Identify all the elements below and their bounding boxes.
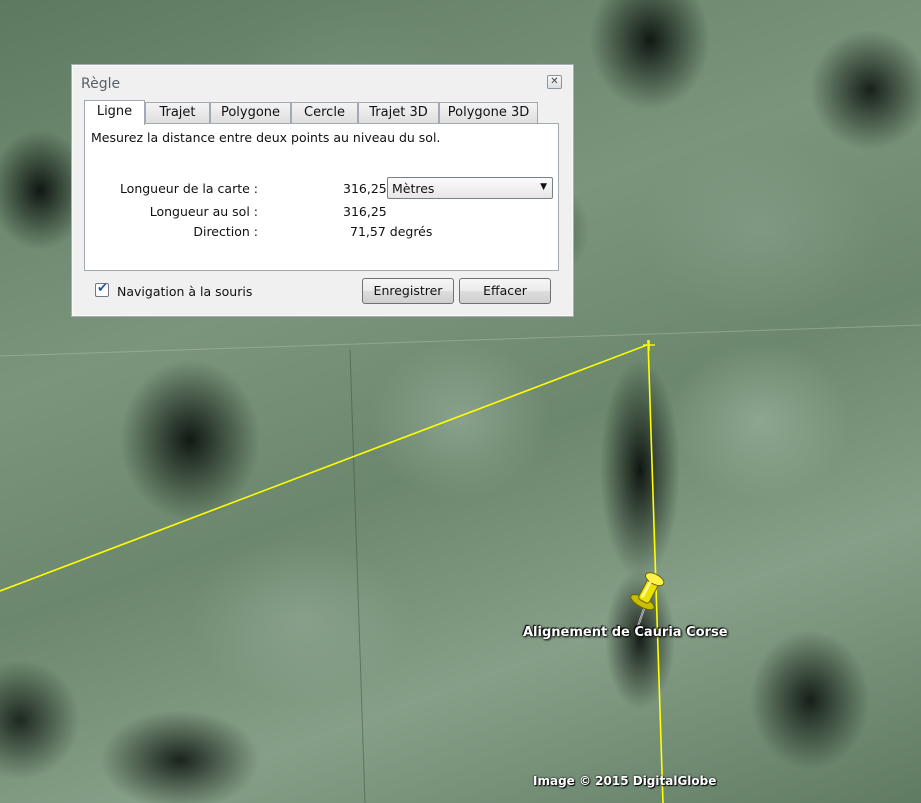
tab-polygone-3d[interactable]: Polygone 3D: [439, 102, 538, 123]
direction-label: Direction :: [193, 224, 258, 239]
dialog-title-bar[interactable]: Règle ✕: [72, 65, 573, 95]
map-length-value: 316,25: [343, 181, 387, 196]
tab-panel-ligne: Mesurez la distance entre deux points au…: [84, 123, 559, 271]
tab-ligne[interactable]: Ligne: [84, 100, 145, 125]
clear-button[interactable]: Effacer: [459, 278, 551, 304]
mouse-navigation-label[interactable]: Navigation à la souris: [117, 284, 252, 299]
tab-trajet[interactable]: Trajet: [145, 102, 210, 123]
tab-cercle[interactable]: Cercle: [291, 102, 358, 123]
ground-length-label: Longueur au sol :: [149, 204, 258, 219]
ground-length-value: 316,25: [343, 204, 387, 219]
mouse-navigation-checkbox[interactable]: ✔: [95, 281, 109, 297]
measure-description: Mesurez la distance entre deux points au…: [91, 130, 441, 145]
tile-seam: [0, 324, 921, 357]
close-icon[interactable]: ✕: [547, 75, 562, 89]
dialog-title: Règle: [81, 76, 121, 92]
unit-select-value: Mètres: [392, 181, 435, 196]
tile-seam: [349, 349, 366, 803]
ruler-measure-line: [0, 344, 648, 592]
ruler-dialog: Règle ✕ Ligne Trajet Polygone Cercle Tra…: [71, 64, 574, 317]
placemark-label[interactable]: Alignement de Cauria Corse: [523, 625, 728, 640]
checkmark-icon: ✔: [97, 281, 108, 296]
chevron-down-icon: ▼: [540, 182, 547, 192]
imagery-credit: Image © 2015 DigitalGlobe: [533, 774, 717, 788]
tab-trajet-3d[interactable]: Trajet 3D: [358, 102, 439, 123]
unit-select[interactable]: Mètres ▼: [387, 177, 553, 199]
direction-value: 71,57 degrés: [350, 224, 433, 239]
pushpin-icon[interactable]: [628, 566, 674, 628]
tab-polygone[interactable]: Polygone: [210, 102, 291, 123]
map-length-label: Longueur de la carte :: [119, 181, 258, 196]
save-button[interactable]: Enregistrer: [362, 278, 454, 304]
